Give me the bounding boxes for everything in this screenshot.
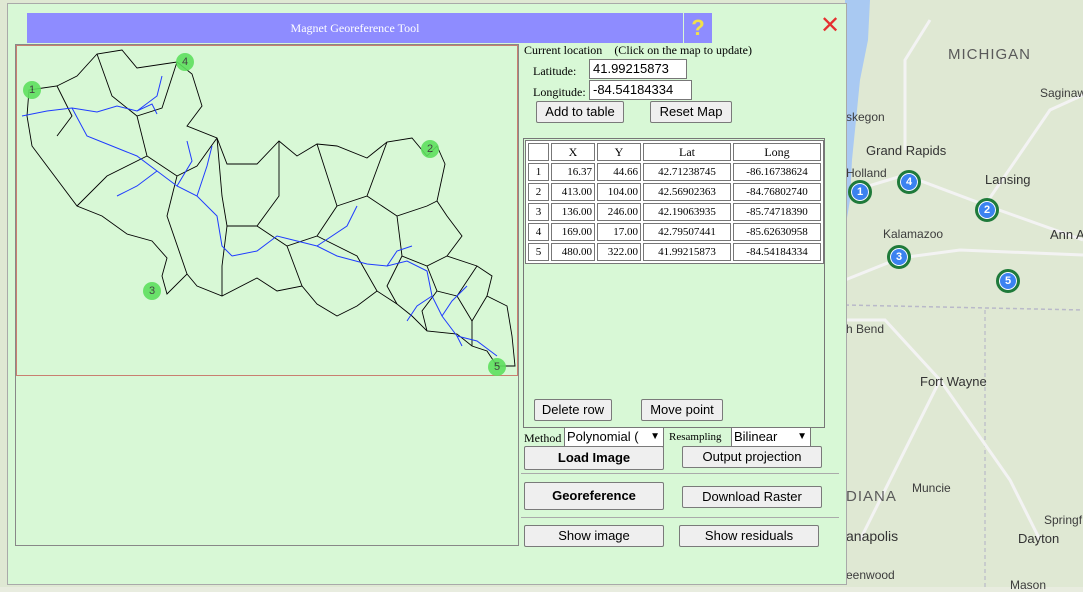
method-label: Method (524, 431, 562, 445)
map-label-lansing: Lansing (985, 172, 1031, 187)
cell-index: 2 (528, 183, 549, 201)
map-label-indiana: DIANA (846, 488, 897, 505)
divider (521, 473, 839, 474)
col-header-long: Long (733, 143, 821, 161)
map-marker-3[interactable]: 3 (887, 245, 911, 269)
cell-long: -84.76802740 (733, 183, 821, 201)
table-row[interactable]: 4 169.00 17.00 42.79507441 -85.62630958 (528, 223, 821, 241)
map-label-kalamazoo: Kalamazoo (883, 227, 944, 241)
cell-long: -85.74718390 (733, 203, 821, 221)
download-raster-button[interactable]: Download Raster (682, 486, 822, 508)
resampling-select-value: Bilinear (734, 429, 778, 444)
source-image-frame[interactable]: 1 4 2 3 5 (16, 45, 518, 376)
show-image-button[interactable]: Show image (524, 525, 664, 547)
latitude-label: Latitude: (533, 64, 577, 78)
output-projection-button[interactable]: Output projection (682, 446, 822, 468)
map-marker-2[interactable]: 2 (975, 198, 999, 222)
image-point-5[interactable]: 5 (488, 358, 506, 376)
table-row[interactable]: 3 136.00 246.00 42.19063935 -85.74718390 (528, 203, 821, 221)
image-point-4[interactable]: 4 (176, 53, 194, 71)
col-header-index (528, 143, 549, 161)
add-to-table-button[interactable]: Add to table (536, 101, 624, 123)
georeference-button[interactable]: Georeference (524, 482, 664, 510)
cell-y: 17.00 (597, 223, 641, 241)
show-residuals-button[interactable]: Show residuals (679, 525, 819, 547)
method-select[interactable]: Polynomial ( ▼ (564, 427, 664, 447)
cell-x: 16.37 (551, 163, 595, 181)
image-point-2[interactable]: 2 (421, 140, 439, 158)
cell-y: 104.00 (597, 183, 641, 201)
method-select-value: Polynomial ( (567, 429, 639, 444)
cell-y: 246.00 (597, 203, 641, 221)
image-panel[interactable]: 1 4 2 3 5 (15, 44, 519, 546)
chevron-down-icon: ▼ (797, 431, 807, 442)
resampling-select[interactable]: Bilinear ▼ (731, 427, 811, 447)
cell-index: 3 (528, 203, 549, 221)
control-points-table: X Y Lat Long 1 16.37 44.66 42.71238745 -… (525, 140, 824, 264)
table-row[interactable]: 5 480.00 322.00 41.99215873 -84.54184334 (528, 243, 821, 261)
col-header-x: X (551, 143, 595, 161)
image-point-3[interactable]: 3 (143, 282, 161, 300)
map-label-grand-rapids: Grand Rapids (866, 143, 947, 158)
cell-y: 322.00 (597, 243, 641, 261)
table-header-row: X Y Lat Long (528, 143, 821, 161)
delete-row-button[interactable]: Delete row (534, 399, 612, 421)
table-row[interactable]: 2 413.00 104.00 42.56902363 -84.76802740 (528, 183, 821, 201)
resampling-label: Resampling (669, 431, 722, 443)
cell-x: 169.00 (551, 223, 595, 241)
cell-x: 413.00 (551, 183, 595, 201)
col-header-y: Y (597, 143, 641, 161)
cell-lat: 42.19063935 (643, 203, 731, 221)
cell-index: 1 (528, 163, 549, 181)
cell-lat: 42.71238745 (643, 163, 731, 181)
divider (521, 517, 839, 518)
watershed-image (21, 49, 516, 367)
current-location-title: Current location (524, 43, 603, 57)
reset-map-button[interactable]: Reset Map (650, 101, 732, 123)
load-image-button[interactable]: Load Image (524, 446, 664, 470)
cell-x: 480.00 (551, 243, 595, 261)
map-label-michigan: MICHIGAN (948, 46, 1031, 63)
cell-long: -86.16738624 (733, 163, 821, 181)
cell-long: -84.54184334 (733, 243, 821, 261)
cell-y: 44.66 (597, 163, 641, 181)
col-header-lat: Lat (643, 143, 731, 161)
map-label-greenwood: eenwood (846, 568, 895, 582)
map-label-ann-arbor: Ann A (1050, 227, 1083, 242)
georeference-dialog: Magnet Georeference Tool ? ✕ 1 4 2 3 5 C… (7, 3, 847, 585)
table-row[interactable]: 1 16.37 44.66 42.71238745 -86.16738624 (528, 163, 821, 181)
cell-lat: 42.56902363 (643, 183, 731, 201)
image-point-1[interactable]: 1 (23, 81, 41, 99)
map-marker-1[interactable]: 1 (848, 180, 872, 204)
current-location-header: Current location (Click on the map to up… (524, 43, 752, 58)
map-label-muncie: Muncie (912, 481, 951, 495)
map-label-fort-wayne: Fort Wayne (920, 374, 987, 389)
map-marker-5[interactable]: 5 (996, 269, 1020, 293)
map-label-holland: Holland (846, 166, 887, 180)
map-marker-4[interactable]: 4 (897, 170, 921, 194)
map-label-indianapolis: anapolis (846, 528, 899, 544)
map-label-muskegon: skegon (846, 110, 885, 124)
help-icon[interactable]: ? (684, 13, 712, 43)
map-label-south-bend: h Bend (846, 322, 885, 336)
cell-long: -85.62630958 (733, 223, 821, 241)
longitude-field[interactable]: -84.54184334 (589, 80, 692, 100)
cell-index: 4 (528, 223, 549, 241)
move-point-button[interactable]: Move point (641, 399, 723, 421)
close-icon[interactable]: ✕ (818, 14, 842, 38)
map-label-dayton: Dayton (1018, 531, 1060, 546)
latitude-field[interactable]: 41.99215873 (589, 59, 687, 79)
current-location-hint: (Click on the map to update) (614, 43, 752, 57)
cell-x: 136.00 (551, 203, 595, 221)
dialog-title: Magnet Georeference Tool (27, 13, 683, 43)
map-label-saginaw: Saginaw (1040, 86, 1083, 100)
longitude-label: Longitude: (533, 85, 586, 99)
chevron-down-icon: ▼ (650, 431, 660, 442)
map-label-mason: Mason (1010, 578, 1047, 592)
control-points-panel: X Y Lat Long 1 16.37 44.66 42.71238745 -… (523, 138, 825, 428)
map-label-springfield: Springf (1044, 513, 1083, 527)
cell-lat: 41.99215873 (643, 243, 731, 261)
cell-lat: 42.79507441 (643, 223, 731, 241)
cell-index: 5 (528, 243, 549, 261)
